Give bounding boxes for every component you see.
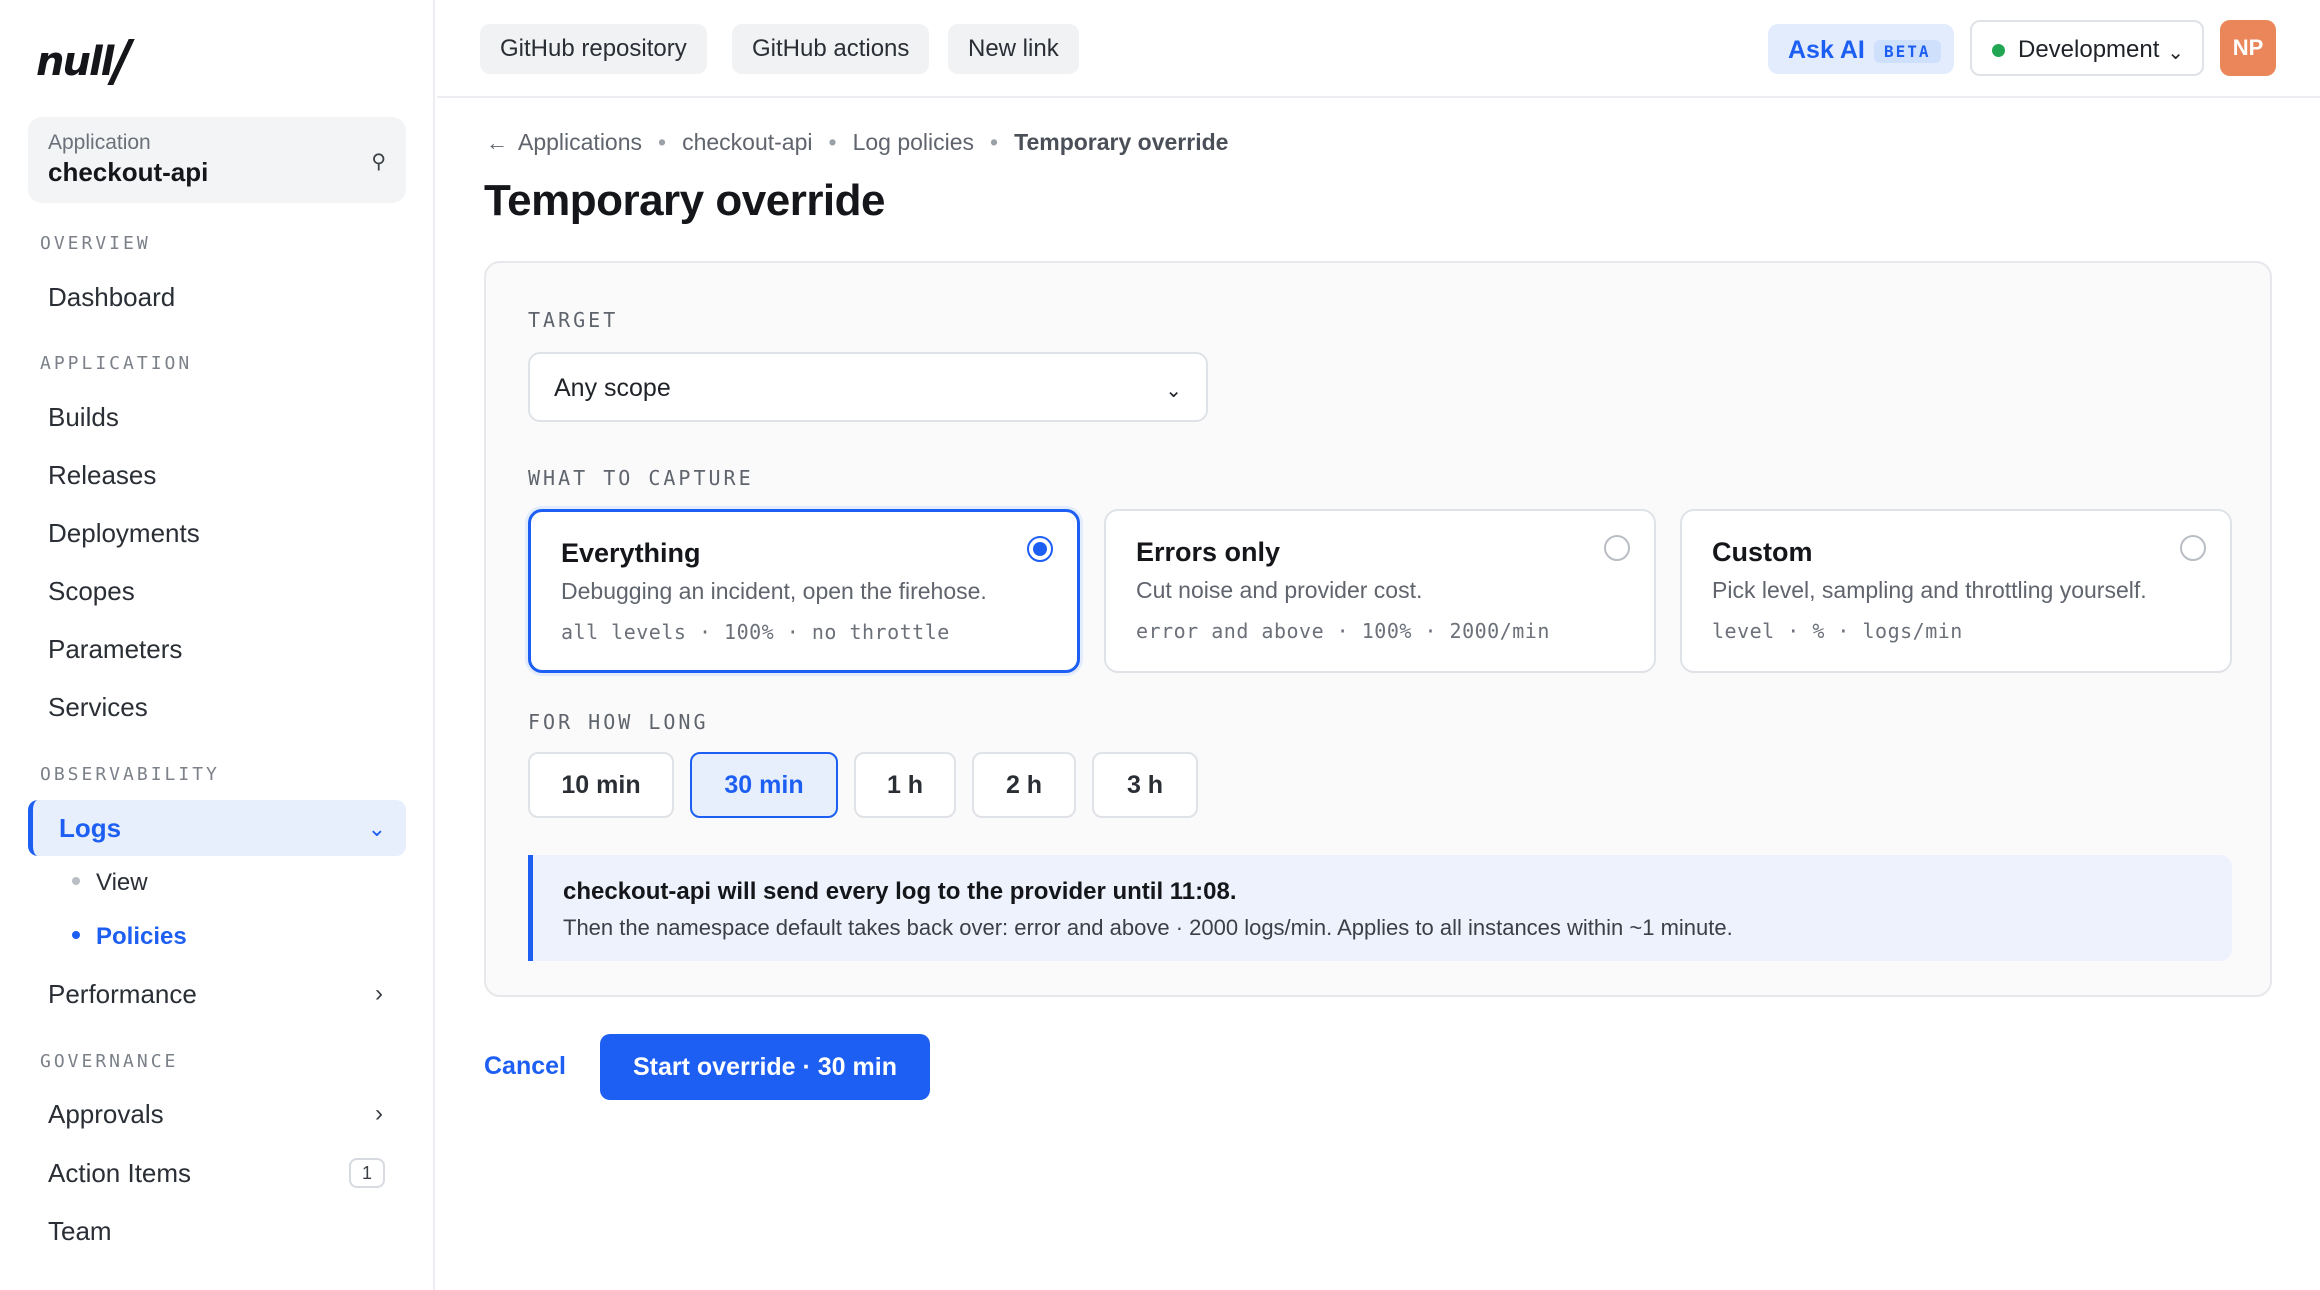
- breadcrumb-current: Temporary override: [1014, 129, 1229, 155]
- option-title: Everything: [561, 538, 701, 568]
- radio-selected-icon[interactable]: [1027, 536, 1053, 562]
- breadcrumb-separator: •: [990, 129, 999, 155]
- arrow-left-icon[interactable]: ←: [486, 130, 508, 156]
- search-icon[interactable]: ⚲: [371, 149, 386, 174]
- sidebar-subitem-policies[interactable]: Policies: [72, 923, 187, 951]
- application-switcher-label: Application: [48, 131, 151, 154]
- section-governance: GOVERNANCE: [40, 1051, 179, 1072]
- sidebar-item-builds[interactable]: Builds: [48, 402, 119, 433]
- sidebar-subitem-view-label: View: [96, 869, 148, 896]
- chevron-down-icon: ⌄: [367, 816, 386, 841]
- notice-title: checkout-api will send every log to the …: [563, 878, 1237, 905]
- notice-body: Then the namespace default takes back ov…: [563, 915, 1733, 940]
- environment-selector[interactable]: Development ⌄: [1970, 20, 2204, 76]
- duration-3-h[interactable]: 3 h: [1092, 752, 1198, 818]
- breadcrumb-separator: •: [828, 129, 837, 155]
- target-label: TARGET: [528, 308, 619, 332]
- capture-label: WHAT TO CAPTURE: [528, 466, 754, 490]
- beta-badge: BETA: [1874, 40, 1941, 63]
- override-form-card: TARGET Any scope ⌄ WHAT TO CAPTURE Every…: [484, 261, 2272, 997]
- capture-option-custom[interactable]: Custom Pick level, sampling and throttli…: [1680, 509, 2232, 673]
- sidebar-item-releases[interactable]: Releases: [48, 460, 156, 491]
- option-title: Errors only: [1136, 537, 1281, 567]
- bullet-icon: [72, 876, 80, 885]
- bullet-active-icon: [72, 930, 80, 939]
- status-dot-icon: [1992, 44, 2005, 57]
- sidebar-item-logs-label: Logs: [59, 813, 122, 843]
- sidebar-item-logs[interactable]: Logs ⌄: [28, 800, 406, 856]
- link-new-link[interactable]: New link: [948, 24, 1079, 74]
- duration-1-h[interactable]: 1 h: [854, 752, 956, 818]
- environment-label: Development: [2018, 36, 2160, 63]
- duration-2-h[interactable]: 2 h: [972, 752, 1076, 818]
- sidebar-item-performance[interactable]: Performance: [48, 979, 197, 1010]
- sidebar-item-action-items[interactable]: Action Items: [48, 1158, 191, 1189]
- duration-30-min[interactable]: 30 min: [690, 752, 838, 818]
- breadcrumb-checkout-api[interactable]: checkout-api: [682, 129, 812, 156]
- option-description: Debugging an incident, open the firehose…: [561, 578, 987, 604]
- section-overview: OVERVIEW: [40, 233, 151, 254]
- option-meta: error and above · 100% · 2000/min: [1136, 619, 1550, 643]
- action-items-count-badge: 1: [349, 1158, 385, 1188]
- breadcrumb-separator: •: [658, 129, 667, 155]
- ask-ai-button[interactable]: Ask AI BETA: [1768, 24, 1954, 74]
- link-github-actions[interactable]: GitHub actions: [732, 24, 930, 74]
- option-meta: level · % · logs/min: [1712, 619, 1963, 643]
- override-summary-notice: checkout-api will send every log to the …: [528, 855, 2232, 961]
- breadcrumb-applications[interactable]: Applications: [518, 129, 642, 156]
- sidebar-item-team[interactable]: Team: [48, 1216, 112, 1247]
- topbar: GitHub repository GitHub actions New lin…: [437, 0, 2320, 98]
- section-application: APPLICATION: [40, 353, 193, 374]
- option-description: Pick level, sampling and throttling your…: [1712, 577, 2147, 603]
- chevron-down-icon: ⌄: [1165, 380, 1182, 402]
- ask-ai-label: Ask AI: [1788, 36, 1865, 64]
- sidebar-item-parameters[interactable]: Parameters: [48, 634, 182, 665]
- logo-text: null: [36, 39, 114, 85]
- sidebar-item-approvals[interactable]: Approvals: [48, 1099, 164, 1130]
- section-observability: OBSERVABILITY: [40, 764, 220, 785]
- radio-icon[interactable]: [2180, 535, 2206, 561]
- option-title: Custom: [1712, 537, 1813, 567]
- option-meta: all levels · 100% · no throttle: [561, 620, 950, 644]
- chevron-down-icon: ⌄: [2167, 42, 2184, 64]
- duration-10-min[interactable]: 10 min: [528, 752, 674, 818]
- sidebar-subitem-policies-label: Policies: [96, 923, 187, 950]
- breadcrumb: ← Applications • checkout-api • Log poli…: [486, 129, 1228, 156]
- breadcrumb-log-policies[interactable]: Log policies: [853, 129, 974, 156]
- sidebar-item-services[interactable]: Services: [48, 692, 148, 723]
- sidebar-item-scopes[interactable]: Scopes: [48, 576, 135, 607]
- application-switcher[interactable]: Application checkout-api ⚲: [28, 117, 406, 203]
- avatar[interactable]: NP: [2220, 20, 2276, 76]
- option-description: Cut noise and provider cost.: [1136, 577, 1423, 603]
- radio-icon[interactable]: [1604, 535, 1630, 561]
- capture-option-everything[interactable]: Everything Debugging an incident, open t…: [528, 509, 1080, 673]
- capture-option-errors-only[interactable]: Errors only Cut noise and provider cost.…: [1104, 509, 1656, 673]
- page-title: Temporary override: [484, 176, 886, 225]
- sidebar-item-deployments[interactable]: Deployments: [48, 518, 200, 549]
- sidebar-item-dashboard[interactable]: Dashboard: [48, 282, 175, 313]
- application-name: checkout-api: [48, 157, 209, 187]
- brand-logo[interactable]: null: [36, 38, 136, 86]
- target-select[interactable]: Any scope ⌄: [528, 352, 1208, 422]
- target-select-value: Any scope: [554, 374, 671, 402]
- duration-label: FOR HOW LONG: [528, 710, 709, 734]
- chevron-right-icon: ›: [375, 1100, 383, 1127]
- sidebar: null Application checkout-api ⚲ OVERVIEW…: [0, 0, 435, 1290]
- start-override-button[interactable]: Start override · 30 min: [600, 1034, 930, 1100]
- chevron-right-icon: ›: [375, 980, 383, 1007]
- link-github-repository[interactable]: GitHub repository: [480, 24, 707, 74]
- cancel-button[interactable]: Cancel: [484, 1052, 566, 1081]
- sidebar-subitem-view[interactable]: View: [72, 869, 148, 897]
